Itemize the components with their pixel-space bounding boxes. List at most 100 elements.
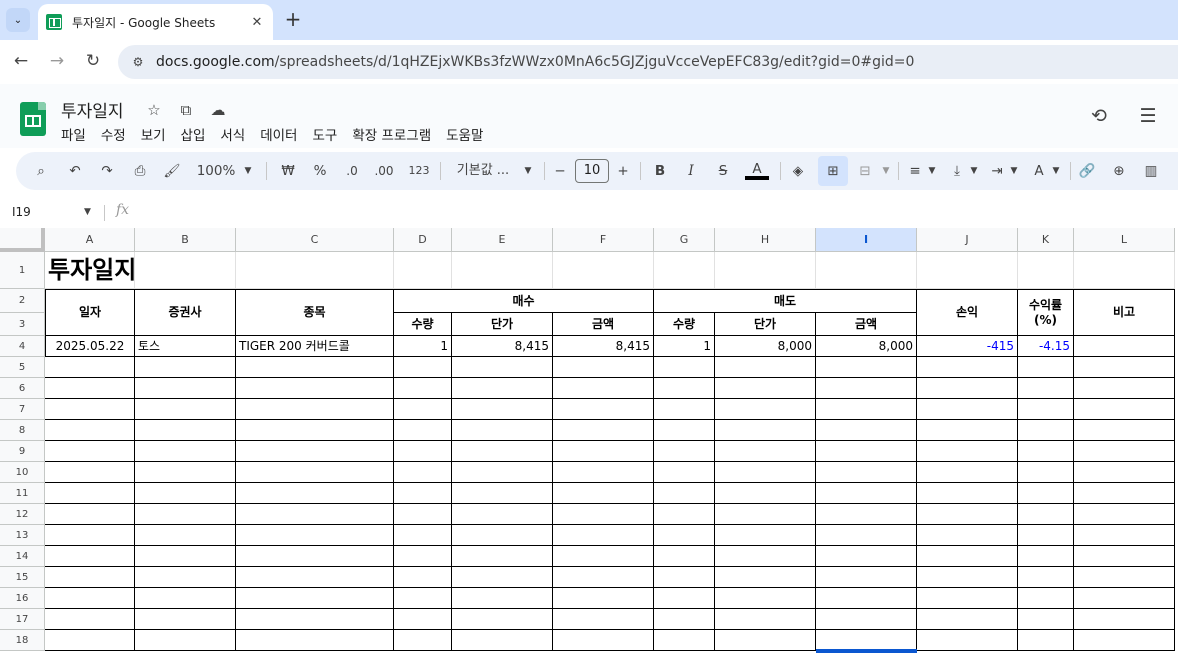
cell[interactable] [135,357,236,378]
cell[interactable] [45,441,135,462]
cell[interactable] [236,441,394,462]
cell[interactable] [715,609,816,630]
cell[interactable] [45,462,135,483]
site-settings-icon[interactable]: ⚙ [128,52,148,72]
cell[interactable] [654,420,715,441]
header-broker[interactable]: 증권사 [135,289,236,336]
cell[interactable] [1074,483,1175,504]
column-header-l[interactable]: L [1074,228,1175,252]
cell[interactable] [917,420,1018,441]
cell[interactable] [452,399,553,420]
cell[interactable] [1074,441,1175,462]
cell[interactable] [715,420,816,441]
cell[interactable] [394,420,452,441]
cell[interactable] [452,357,553,378]
font-family-select[interactable]: 기본값 ... [450,160,516,182]
cell[interactable] [45,567,135,588]
cell[interactable] [816,567,917,588]
cell[interactable] [917,609,1018,630]
column-header-b[interactable]: B [135,228,236,252]
cell[interactable] [1074,378,1175,399]
cell[interactable] [553,399,654,420]
cell[interactable] [394,441,452,462]
cell[interactable] [1018,441,1074,462]
row-header-7[interactable]: 7 [0,399,45,420]
cell[interactable] [715,483,816,504]
cloud-saved-icon[interactable]: ☁ [208,100,228,120]
cell[interactable] [452,252,553,289]
column-header-j[interactable]: J [917,228,1018,252]
cell[interactable] [654,252,715,289]
cell[interactable] [654,483,715,504]
header-buy-amount[interactable]: 금액 [553,313,654,336]
cell[interactable] [816,609,917,630]
cell[interactable] [553,546,654,567]
cell[interactable] [654,630,715,651]
text-wrapping-icon[interactable]: ⇥ [986,160,1008,182]
text-color-icon[interactable]: A [745,160,769,180]
header-buy[interactable]: 매수 [394,289,654,313]
cell[interactable] [1018,378,1074,399]
chevron-down-icon[interactable]: ▼ [522,160,534,182]
select-all-corner[interactable] [0,228,45,252]
header-buy-qty[interactable]: 수량 [394,313,452,336]
cell[interactable] [45,420,135,441]
header-sell-qty[interactable]: 수량 [654,313,715,336]
url-text[interactable]: docs.google.com/spreadsheets/d/1qHZEjxWK… [156,54,914,70]
cell[interactable] [135,546,236,567]
cell[interactable] [236,567,394,588]
row-header-16[interactable]: 16 [0,588,45,609]
cell[interactable] [135,378,236,399]
cell[interactable] [816,630,917,651]
cell[interactable] [45,525,135,546]
cell[interactable] [654,567,715,588]
cell[interactable] [236,420,394,441]
cell[interactable] [654,399,715,420]
header-stock[interactable]: 종목 [236,289,394,336]
cell[interactable] [394,504,452,525]
cell[interactable] [1074,588,1175,609]
search-icon[interactable]: ⌕ [30,160,52,182]
row-header-14[interactable]: 14 [0,546,45,567]
cell[interactable] [135,609,236,630]
cell[interactable] [917,483,1018,504]
cell[interactable] [1018,399,1074,420]
cell[interactable] [45,399,135,420]
header-pnl[interactable]: 손익 [917,289,1018,336]
cell[interactable] [45,546,135,567]
column-header-c[interactable]: C [236,228,394,252]
currency-format-button[interactable]: ₩ [278,160,298,182]
cell[interactable] [1018,546,1074,567]
menu-insert[interactable]: 삽입 [181,124,206,144]
header-return-rate[interactable]: 수익률 (%) [1018,289,1074,336]
cell[interactable] [553,252,654,289]
cell[interactable] [715,357,816,378]
cell[interactable] [394,357,452,378]
cell[interactable] [816,462,917,483]
cell[interactable] [394,462,452,483]
cell[interactable] [1074,567,1175,588]
cell[interactable] [1018,483,1074,504]
cell[interactable] [236,630,394,651]
cell[interactable] [394,588,452,609]
cell[interactable] [452,378,553,399]
cell[interactable] [654,357,715,378]
cell[interactable] [1018,609,1074,630]
column-header-k[interactable]: K [1018,228,1074,252]
cell[interactable] [452,504,553,525]
new-tab-plus-icon[interactable]: + [281,8,305,32]
print-icon[interactable]: ⎙ [129,160,151,182]
cell[interactable] [715,441,816,462]
chevron-down-icon[interactable]: ▼ [880,160,892,182]
cell[interactable] [452,483,553,504]
chevron-down-icon[interactable]: ▼ [968,160,980,182]
cell[interactable] [917,357,1018,378]
cell-stock[interactable]: TIGER 200 커버드콜 [236,336,394,357]
header-sell-price[interactable]: 단가 [715,313,816,336]
cell[interactable] [1074,525,1175,546]
browser-tab[interactable]: 투자일지 - Google Sheets ✕ [38,4,273,40]
cell[interactable] [816,441,917,462]
cell[interactable] [654,588,715,609]
cell[interactable] [1018,567,1074,588]
row-header-4[interactable]: 4 [0,336,45,357]
